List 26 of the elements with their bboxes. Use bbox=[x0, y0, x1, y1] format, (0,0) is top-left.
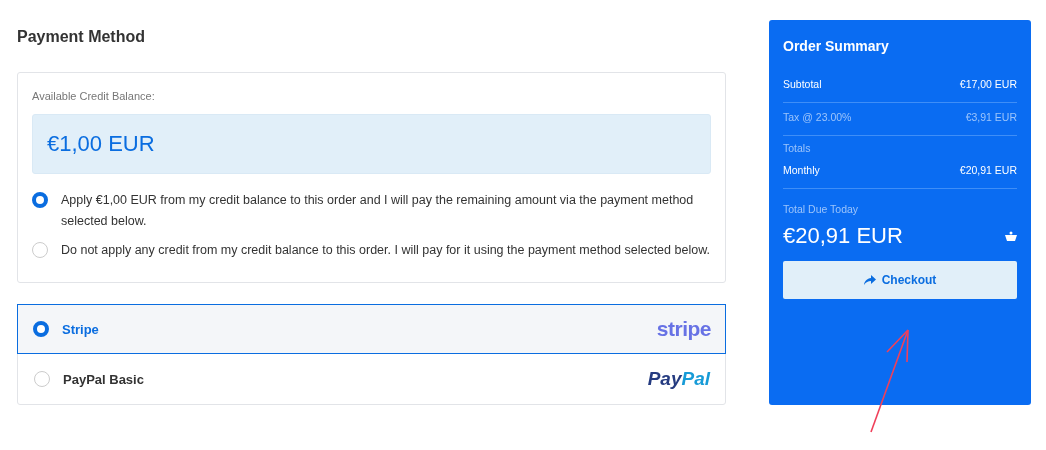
share-arrow-icon bbox=[863, 275, 876, 285]
summary-title: Order Summary bbox=[783, 38, 890, 54]
radio-button[interactable] bbox=[32, 192, 48, 208]
paypal-logo: PayPal bbox=[647, 368, 710, 390]
summary-value: €3,91 EUR bbox=[965, 111, 1017, 123]
summary-label: Totals bbox=[783, 142, 811, 154]
payment-option[interactable]: PayPal Basic PayPal bbox=[18, 354, 725, 404]
option-label: Apply €1,00 EUR from my credit balance to this order and I will pay the remaining amount via the payment method selected below. bbox=[61, 192, 695, 230]
due-amount: €20,91 EUR bbox=[783, 223, 903, 249]
payment-option[interactable]: Stripe stripe bbox=[17, 304, 726, 354]
gateway-name: PayPal Basic bbox=[63, 371, 145, 387]
option-label: Do not apply any credit from my credit balance to this order. I will pay for it using the payment method selected below. bbox=[61, 242, 710, 259]
summary-value: €20,91 EUR bbox=[959, 164, 1017, 176]
summary-label: Tax @ 23.00% bbox=[783, 111, 852, 123]
basket-icon bbox=[1005, 230, 1017, 242]
summary-label: Subtotal bbox=[783, 78, 822, 90]
section-title: Payment Method bbox=[17, 28, 146, 46]
credit-amount: €1,00 EUR bbox=[32, 114, 711, 174]
gateway-name: Stripe bbox=[62, 321, 100, 337]
stripe-logo: stripe bbox=[656, 317, 711, 341]
credit-label: Available Credit Balance: bbox=[32, 90, 156, 102]
summary-value: €17,00 EUR bbox=[959, 78, 1017, 90]
checkout-button[interactable]: Checkout bbox=[783, 261, 1017, 299]
summary-label: Monthly bbox=[783, 164, 820, 176]
radio-button[interactable] bbox=[33, 321, 49, 337]
due-label: Total Due Today bbox=[783, 203, 860, 215]
